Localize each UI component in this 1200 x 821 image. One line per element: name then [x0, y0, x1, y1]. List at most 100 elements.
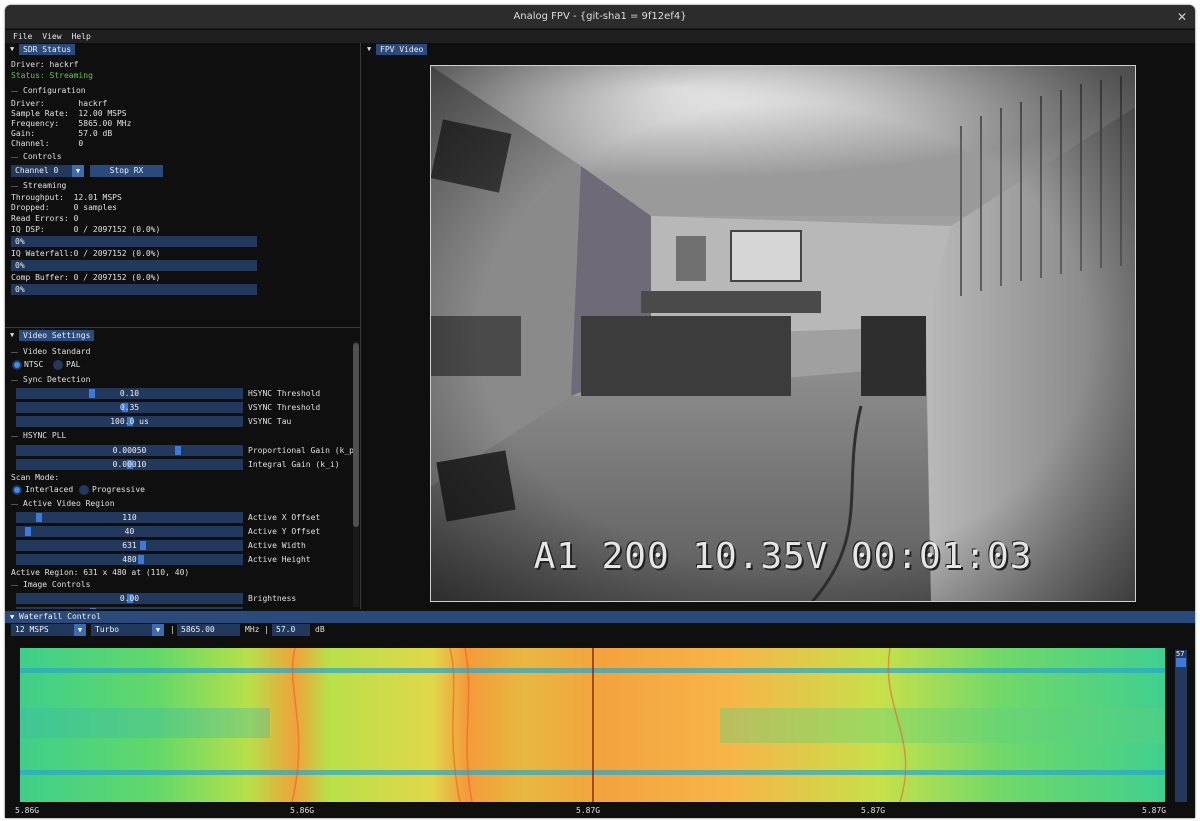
interlaced-label: Interlaced [25, 485, 74, 494]
controls-separator: Controls [11, 152, 354, 162]
ntsc-radio[interactable] [12, 360, 22, 370]
chevron-down-icon: ▼ [72, 165, 84, 177]
channel-select[interactable]: Channel 0 ▼ [11, 165, 84, 177]
sdr-status-panel: ▼ SDR Status Driver: hackrf Status: Stre… [5, 43, 361, 327]
collapse-arrow-icon[interactable]: ▼ [10, 43, 14, 55]
video-settings-scrollbar[interactable] [353, 341, 359, 607]
iq-dsp-progress: 0% [11, 236, 257, 247]
configuration-separator: Configuration [11, 86, 354, 96]
proportional-gain-slider[interactable]: 0.00050 [16, 445, 243, 456]
waterfall-display[interactable] [20, 648, 1165, 802]
hsync-threshold-slider[interactable]: 0.10 [16, 388, 243, 399]
config-sample-rate: Sample Rate: 12.00 MSPS [11, 109, 127, 118]
pal-radio[interactable] [53, 360, 63, 370]
config-frequency: Frequency: 5865.00 MHz [11, 119, 132, 128]
axis-tick-label: 5.86G [290, 806, 315, 815]
proportional-gain-label: Proportional Gain (k_p) [248, 446, 359, 455]
menu-file[interactable]: File [13, 30, 32, 43]
integral-gain-slider[interactable]: 0.00010 [16, 459, 243, 470]
title-bar: Analog FPV - {git-sha1 = 9f12ef4} ✕ [5, 5, 1195, 29]
iq-dsp-label: IQ DSP: 0 / 2097152 (0.0%) [11, 225, 161, 234]
hsync-pll-separator: HSYNC PLL [11, 431, 347, 441]
video-settings-header: ▼ Video Settings [5, 329, 360, 341]
active-width-slider[interactable]: 631 [16, 540, 243, 551]
frequency-unit: MHz | [245, 625, 270, 634]
sdr-status-tab[interactable]: SDR Status [19, 44, 76, 55]
hsync-threshold-label: HSYNC Threshold [248, 389, 321, 398]
driver-text: Driver: hackrf [11, 60, 79, 69]
waterfall-control-tab[interactable]: Waterfall Control [19, 611, 101, 623]
active-y-offset-label: Active Y Offset [248, 527, 321, 536]
next-image-slider[interactable] [16, 607, 243, 609]
stop-rx-button[interactable]: Stop RX [90, 165, 163, 177]
scale-handle[interactable] [1176, 658, 1186, 667]
ntsc-label: NTSC [24, 360, 44, 369]
menu-help[interactable]: Help [72, 30, 91, 43]
gain-input[interactable]: 57.0 [272, 624, 310, 636]
collapse-arrow-icon[interactable]: ▼ [10, 329, 14, 341]
iq-waterfall-label: IQ Waterfall:0 / 2097152 (0.0%) [11, 249, 161, 258]
integral-gain-label: Integral Gain (k_i) [248, 460, 340, 469]
chevron-down-icon: ▼ [74, 624, 86, 636]
active-x-offset-label: Active X Offset [248, 513, 321, 522]
config-driver: Driver: hackrf [11, 99, 108, 108]
comp-buffer-progress: 0% [11, 284, 257, 295]
collapse-arrow-icon[interactable]: ▼ [10, 611, 14, 623]
waterfall-control-header: ▼ Waterfall Control [5, 611, 1195, 623]
frequency-input[interactable]: 5865.00 [177, 624, 240, 636]
active-width-label: Active Width [248, 541, 306, 550]
menu-bar: File View Help [5, 30, 1195, 43]
axis-tick-label: 5.87G [861, 806, 886, 815]
chevron-down-icon: ▼ [152, 624, 164, 636]
video-standard-separator: Video Standard [11, 347, 347, 357]
active-region-summary: Active Region: 631 x 480 at (110, 40) [11, 568, 190, 577]
read-errors-text: Read Errors: 0 [11, 214, 79, 223]
iq-waterfall-progress: 0% [11, 260, 257, 271]
vsync-tau-slider[interactable]: 100.0 us [16, 416, 243, 427]
fpv-video-header: ▼ FPV Video [362, 43, 1195, 55]
vsync-tau-label: VSYNC Tau [248, 417, 292, 426]
gain-unit: dB [315, 625, 325, 634]
vsync-threshold-slider[interactable]: 0.35 [16, 402, 243, 413]
mode-select[interactable]: Turbo ▼ [91, 624, 164, 636]
fpv-video-tab[interactable]: FPV Video [376, 44, 428, 55]
menu-view[interactable]: View [42, 30, 61, 43]
close-icon[interactable]: ✕ [1177, 11, 1187, 23]
waterfall-spectrum [20, 648, 1165, 802]
axis-tick-label: 5.86G [15, 806, 40, 815]
waterfall-scale[interactable]: 57 [1175, 650, 1187, 802]
sync-detection-separator: Sync Detection [11, 375, 347, 385]
interlaced-radio[interactable] [12, 485, 22, 495]
active-height-slider[interactable]: 480 [16, 554, 243, 565]
progressive-label: Progressive [92, 485, 145, 494]
fpv-video-frame: A1 200 10.35V 00:01:03 [430, 65, 1136, 602]
config-channel: Channel: 0 [11, 139, 84, 148]
throughput-text: Throughput: 12.01 MSPS [11, 193, 122, 202]
active-y-offset-slider[interactable]: 40 [16, 526, 243, 537]
sample-rate-select[interactable]: 12 MSPS ▼ [11, 624, 86, 636]
dropped-text: Dropped: 0 samples [11, 203, 117, 212]
camera-image [431, 66, 1135, 601]
window-title: Analog FPV - {git-sha1 = 9f12ef4} [513, 11, 687, 22]
pal-label: PAL [66, 360, 81, 369]
sdr-status-header: ▼ SDR Status [5, 43, 360, 55]
active-x-offset-slider[interactable]: 110 [16, 512, 243, 523]
streaming-separator: Streaming [11, 181, 354, 191]
axis-tick-label: 5.87G [576, 806, 601, 815]
app-window: Analog FPV - {git-sha1 = 9f12ef4} ✕ File… [5, 5, 1195, 818]
axis-tick-label: 5.87G [1142, 806, 1167, 815]
video-settings-tab[interactable]: Video Settings [19, 330, 95, 341]
comp-buffer-label: Comp Buffer: 0 / 2097152 (0.0%) [11, 273, 161, 282]
scrollbar-thumb[interactable] [353, 343, 359, 527]
divider: | [170, 625, 175, 634]
active-height-label: Active Height [248, 555, 311, 564]
collapse-arrow-icon[interactable]: ▼ [367, 43, 371, 55]
config-gain: Gain: 57.0 dB [11, 129, 113, 138]
status-text: Status: Streaming [11, 71, 93, 80]
image-controls-separator: Image Controls [11, 580, 347, 590]
brightness-slider[interactable]: 0.00 [16, 593, 243, 604]
scan-mode-label: Scan Mode: [11, 473, 60, 482]
progressive-radio[interactable] [79, 485, 89, 495]
active-video-region-separator: Active Video Region [11, 499, 347, 509]
osd-overlay: A1 200 10.35V 00:01:03 [533, 536, 1033, 577]
